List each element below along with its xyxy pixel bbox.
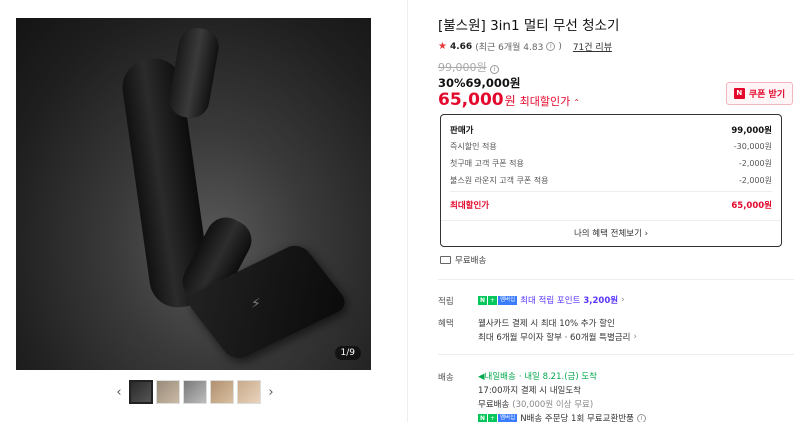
vacuum-handle-shape <box>166 25 222 121</box>
thumbnail-4[interactable] <box>210 380 234 404</box>
tomorrow-delivery-badge: ◀내일배송 <box>478 372 516 382</box>
charging-bolt-icon: ⚡ <box>251 296 261 312</box>
rating-score: 4.66 <box>449 41 473 52</box>
product-title: [불스원] 3in1 멀티 무선 청소기 <box>438 18 620 34</box>
info-icon[interactable]: i <box>546 42 556 51</box>
chevron-right-icon: › <box>633 332 637 342</box>
breakdown-row: 판매가 99,000원 <box>450 126 772 136</box>
benefit-line-2[interactable]: 최대 6개월 무이자 할부 · 60개월 특별금리 › <box>478 331 637 343</box>
chevron-up-icon[interactable]: ⌃ <box>573 98 580 107</box>
chevron-right-icon[interactable]: › <box>264 385 278 400</box>
star-icon: ★ <box>438 41 447 52</box>
review-link[interactable]: 71건 리뷰 <box>573 40 612 53</box>
truck-icon <box>440 256 451 264</box>
thumbnail-1[interactable] <box>129 380 153 404</box>
column-divider <box>407 0 408 422</box>
section-divider <box>438 279 794 280</box>
chevron-left-icon[interactable]: ‹ <box>112 385 126 400</box>
rating-detail: (최근 6개월 4.83 <box>475 43 544 53</box>
shipping-note: 무료배송 <box>440 254 486 266</box>
points-label: 적립 <box>438 297 454 307</box>
thumbnail-3[interactable] <box>183 380 207 404</box>
section-divider <box>438 354 794 355</box>
sale-price-line: 30%69,000원 <box>438 76 521 90</box>
thumbnail-2[interactable] <box>156 380 180 404</box>
delivery-label: 배송 <box>438 373 454 383</box>
image-counter: 1/9 <box>334 346 361 360</box>
delivery-cutoff: 17:00까지 결제 시 내일도착 <box>478 386 581 396</box>
final-price-line[interactable]: 65,000 원 최대할인가 ⌃ <box>438 90 580 110</box>
delivery-row: ◀내일배송 · 내일 8.21.(금) 도착 <box>478 372 597 382</box>
breakdown-separator <box>450 191 772 192</box>
breakdown-row: 즉시할인 적용 -30,000원 <box>450 142 772 151</box>
breakdown-row: 불스원 라운지 고객 쿠폰 적용 -2,000원 <box>450 176 772 185</box>
delivery-exchange: N + 멤버십 N배송 주문당 1회 무료교환반품 i <box>478 412 646 422</box>
original-price-value: 99,000원 <box>438 61 487 74</box>
product-main-image[interactable]: ⚡ 1/9 <box>16 18 371 370</box>
final-price-label: 최대할인가 <box>519 95 571 108</box>
original-price: 99,000원 i <box>438 59 500 75</box>
benefits-label: 혜택 <box>438 319 454 329</box>
naver-n-icon: N <box>733 88 745 99</box>
npay-membership-badge: N + 멤버십 <box>478 413 518 422</box>
final-price-unit: 원 <box>504 94 516 108</box>
price-breakdown-box: 판매가 99,000원 즉시할인 적용 -30,000원 첫구매 고객 쿠폰 적… <box>440 114 782 247</box>
rating-row: ★ 4.66 (최근 6개월 4.83 i) 71건 리뷰 <box>438 40 612 53</box>
chevron-right-icon: › <box>621 295 625 305</box>
points-row[interactable]: N + 멤버십 최대 적립 포인트 3,200원 › <box>478 294 624 306</box>
breakdown-final-row: 최대할인가 65,000원 <box>450 201 772 211</box>
price-info-icon[interactable]: i <box>490 65 500 74</box>
thumbnail-5[interactable] <box>237 380 261 404</box>
view-all-benefits-button[interactable]: 나의 혜택 전체보기 › <box>441 220 781 246</box>
npay-membership-badge: N + 멤버십 <box>478 295 518 305</box>
final-price: 65,000 <box>438 90 504 110</box>
delivery-free: 무료배송 (30,000원 이상 무료) <box>478 400 594 410</box>
info-icon[interactable]: i <box>636 413 646 422</box>
breakdown-row: 첫구매 고객 쿠폰 적용 -2,000원 <box>450 159 772 168</box>
benefit-line-1: 웰사카드 결제 시 최대 10% 추가 할인 <box>478 319 615 329</box>
thumbnail-strip: ‹ › <box>112 380 278 404</box>
coupon-button[interactable]: N 쿠폰 받기 <box>726 82 793 105</box>
coupon-button-label: 쿠폰 받기 <box>748 90 786 100</box>
